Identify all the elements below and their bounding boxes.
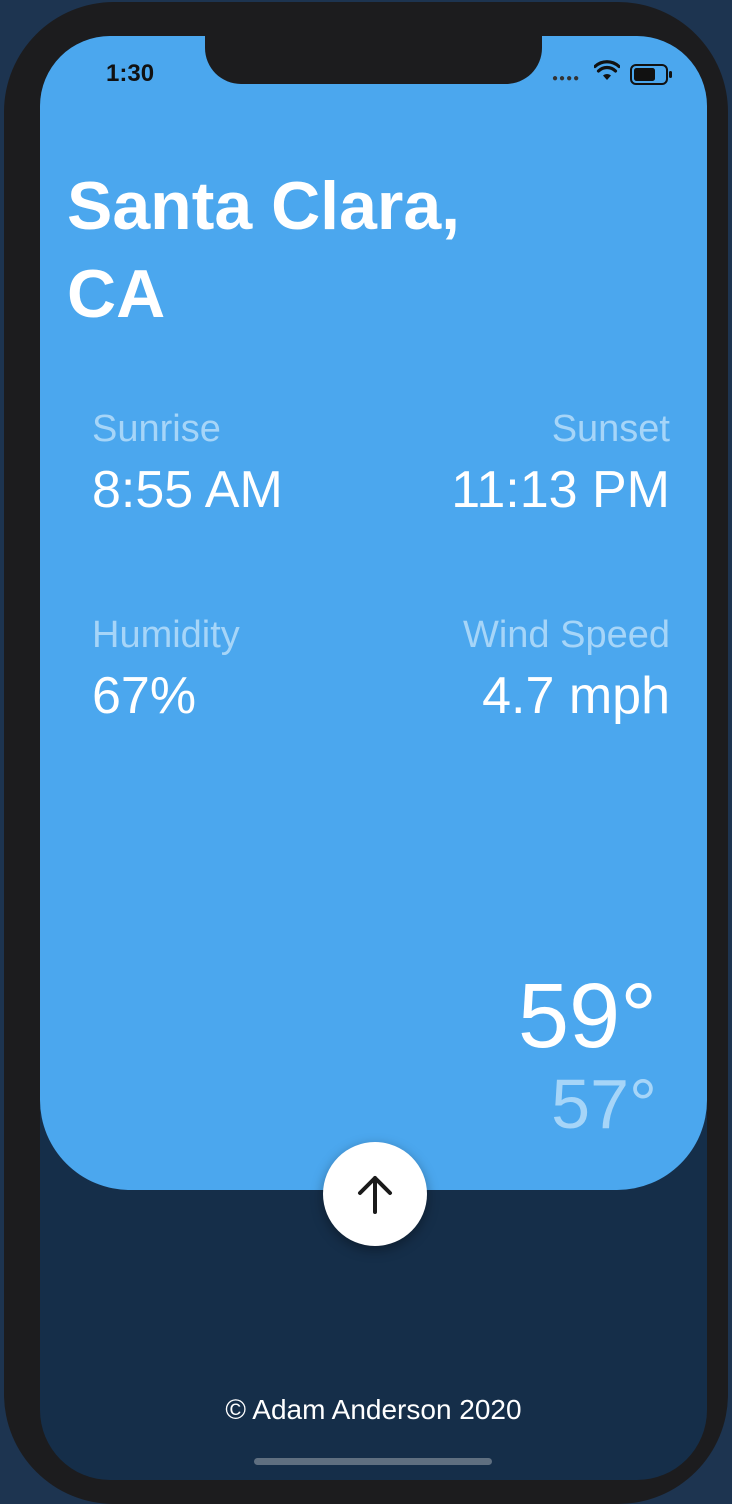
temperature-low: 57° bbox=[551, 1065, 657, 1143]
device-notch bbox=[205, 36, 542, 84]
signal-dots-icon: ●●●● bbox=[552, 73, 581, 84]
location-state: CA bbox=[67, 256, 166, 332]
sunrise-label: Sunrise bbox=[92, 408, 221, 450]
expand-up-button[interactable] bbox=[323, 1142, 427, 1246]
location-city: Santa Clara, bbox=[67, 168, 461, 244]
humidity-label: Humidity bbox=[92, 614, 240, 656]
wind-speed-value: 4.7 mph bbox=[482, 667, 670, 725]
status-bar-icons: ●●●● bbox=[552, 60, 692, 90]
sunrise-value: 8:55 AM bbox=[92, 461, 283, 519]
weather-card: 1:30 ●●●● Santa Clara, CA Sunrise 8:55 A… bbox=[40, 36, 707, 1190]
temperature-high: 59° bbox=[517, 965, 657, 1067]
sunset-value: 11:13 PM bbox=[451, 461, 670, 519]
location-title: Santa Clara, CA bbox=[67, 162, 667, 338]
status-bar-time: 1:30 bbox=[106, 60, 155, 87]
home-indicator[interactable] bbox=[254, 1458, 492, 1465]
battery-icon bbox=[630, 64, 672, 85]
app-screen: 1:30 ●●●● Santa Clara, CA Sunrise 8:55 A… bbox=[40, 36, 707, 1480]
wifi-icon bbox=[594, 60, 620, 80]
sunset-label: Sunset bbox=[551, 408, 670, 450]
arrow-up-icon bbox=[358, 1176, 392, 1214]
phone-frame: 1:30 ●●●● Santa Clara, CA Sunrise 8:55 A… bbox=[4, 2, 728, 1504]
wind-speed-label: Wind Speed bbox=[462, 614, 670, 656]
footer-copyright: © Adam Anderson 2020 bbox=[225, 1394, 522, 1425]
humidity-value: 67% bbox=[92, 667, 197, 725]
